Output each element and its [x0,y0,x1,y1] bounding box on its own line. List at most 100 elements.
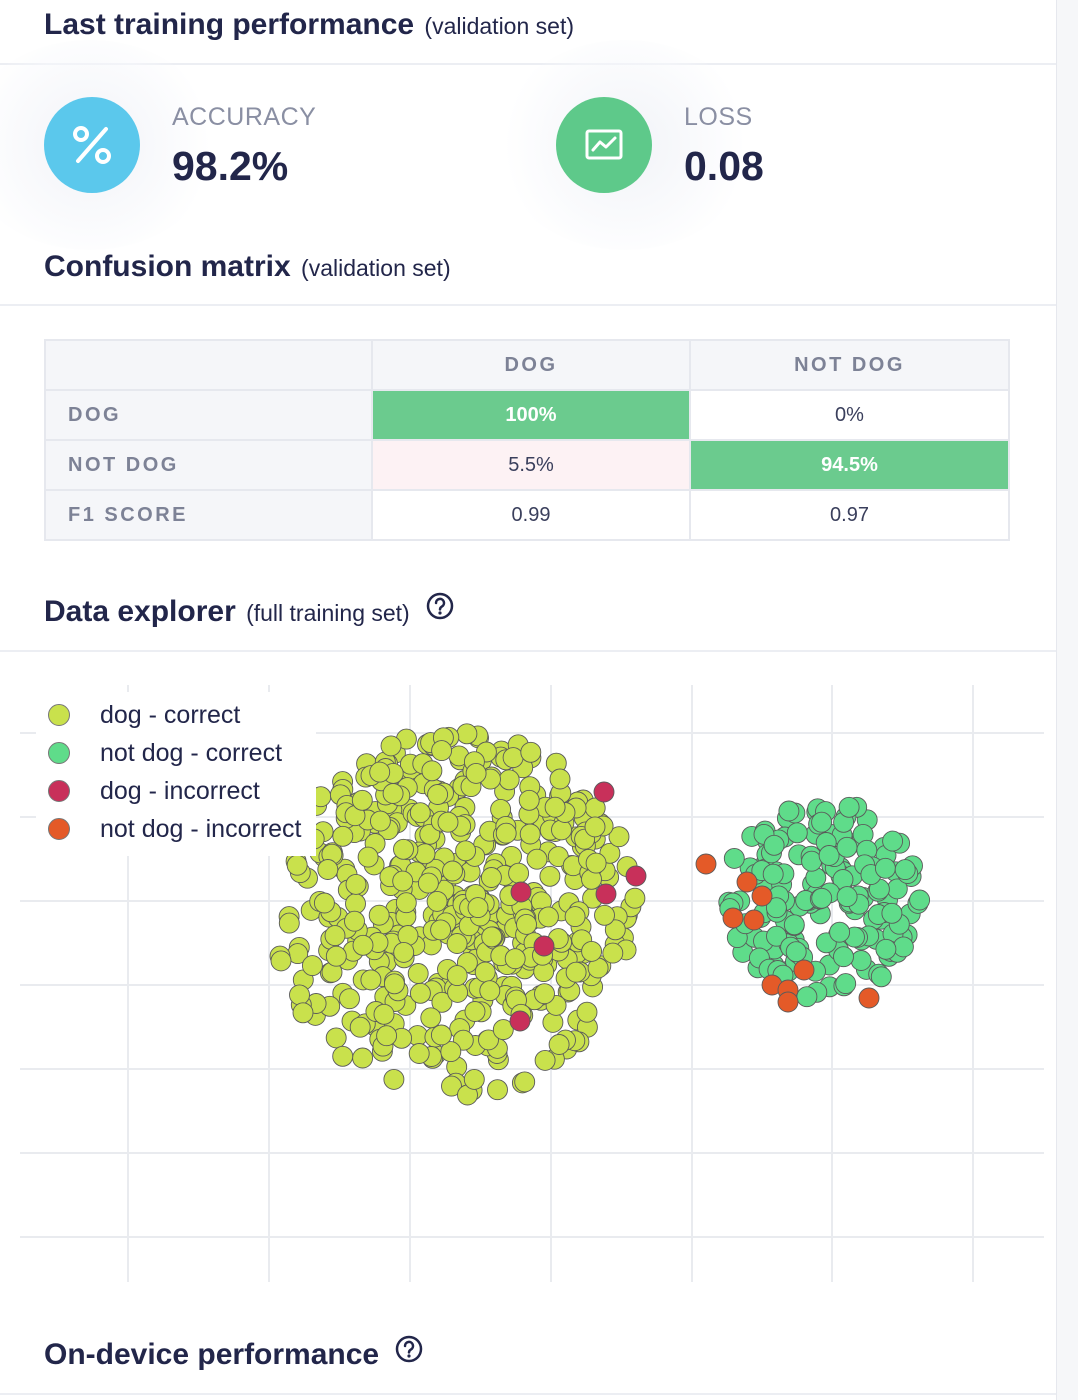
data-point[interactable] [442,860,463,882]
data-point[interactable] [332,825,354,847]
data-point[interactable] [289,984,310,1006]
data-point[interactable] [430,1024,452,1046]
chart-points[interactable] [269,723,931,1106]
data-point[interactable] [593,781,615,803]
data-point[interactable] [278,912,300,934]
data-point[interactable] [519,823,541,845]
data-point[interactable] [446,965,468,987]
data-point[interactable] [833,946,854,968]
data-point[interactable] [537,906,559,928]
data-point[interactable] [520,741,542,763]
data-point[interactable] [426,890,448,912]
data-point[interactable] [542,1011,564,1033]
data-point[interactable] [417,872,439,894]
data-point[interactable] [874,857,896,879]
data-point[interactable] [502,747,524,769]
data-point[interactable] [723,847,745,869]
data-point[interactable] [270,950,292,972]
data-point[interactable] [811,811,833,833]
data-point[interactable] [516,913,537,935]
data-point[interactable] [369,810,391,832]
data-point[interactable] [474,961,496,983]
data-point[interactable] [838,796,860,818]
data-point[interactable] [796,986,818,1008]
data-point[interactable] [510,881,532,903]
data-point[interactable] [850,950,872,971]
data-point[interactable] [786,822,808,844]
data-point[interactable] [526,848,548,870]
data-point[interactable] [835,973,857,995]
help-icon[interactable] [426,592,454,628]
data-point[interactable] [345,893,366,915]
data-point[interactable] [383,1068,405,1090]
data-point[interactable] [870,966,892,988]
data-point[interactable] [373,1003,395,1025]
data-point[interactable] [339,988,360,1010]
data-point[interactable] [829,921,851,943]
data-point[interactable] [576,1001,598,1023]
data-point[interactable] [344,910,365,932]
data-point[interactable] [409,982,431,1004]
data-point[interactable] [695,853,717,875]
data-point[interactable] [585,852,607,874]
data-point[interactable] [455,840,477,862]
data-point[interactable] [481,926,503,948]
data-point[interactable] [352,1047,374,1069]
data-point[interactable] [595,883,617,905]
data-point[interactable] [881,902,903,924]
data-point[interactable] [430,919,452,941]
data-point[interactable] [414,843,436,865]
legend-item[interactable]: dog - correct [48,696,302,734]
data-point[interactable] [762,863,784,885]
data-point[interactable] [818,845,840,866]
data-point[interactable] [602,942,624,964]
data-point[interactable] [778,800,800,822]
data-point[interactable] [317,859,339,880]
data-point[interactable] [909,889,931,911]
data-point[interactable] [534,1049,556,1071]
data-point[interactable] [407,963,429,984]
data-point[interactable] [292,1002,314,1024]
data-point[interactable] [763,834,785,856]
data-point[interactable] [565,961,587,983]
data-point[interactable] [431,740,453,762]
data-point[interactable] [392,870,414,892]
data-point[interactable] [325,945,347,967]
data-point[interactable] [480,867,502,888]
data-point[interactable] [544,796,566,818]
data-point[interactable] [456,723,478,745]
data-point[interactable] [479,980,501,1002]
data-point[interactable] [722,907,744,929]
data-point[interactable] [509,1010,531,1032]
data-point[interactable] [463,1068,485,1090]
data-point[interactable] [894,859,916,881]
data-point[interactable] [395,892,417,914]
data-point[interactable] [892,936,914,958]
data-point[interactable] [777,991,799,1013]
data-point[interactable] [581,940,603,962]
data-point[interactable] [594,904,615,926]
data-point[interactable] [393,941,415,963]
legend-item[interactable]: not dog - incorrect [48,810,302,848]
data-point[interactable] [793,959,815,981]
data-point[interactable] [785,941,807,963]
data-point[interactable] [345,873,367,895]
data-point[interactable] [836,886,858,908]
data-point[interactable] [504,948,526,970]
data-point[interactable] [351,789,373,811]
data-point[interactable] [549,768,571,790]
scrollbar-track[interactable] [1056,0,1078,1400]
data-point[interactable] [369,761,391,783]
data-point[interactable] [421,760,443,782]
legend-item[interactable]: not dog - correct [48,734,302,772]
data-point[interactable] [625,865,647,887]
data-point[interactable] [743,909,765,931]
data-point[interactable] [498,769,520,791]
data-point[interactable] [534,983,555,1005]
data-point[interactable] [487,1079,508,1101]
data-point[interactable] [446,933,468,954]
data-point[interactable] [624,887,646,909]
data-point[interactable] [360,969,382,991]
data-point[interactable] [465,762,487,784]
data-point[interactable] [464,1001,486,1022]
